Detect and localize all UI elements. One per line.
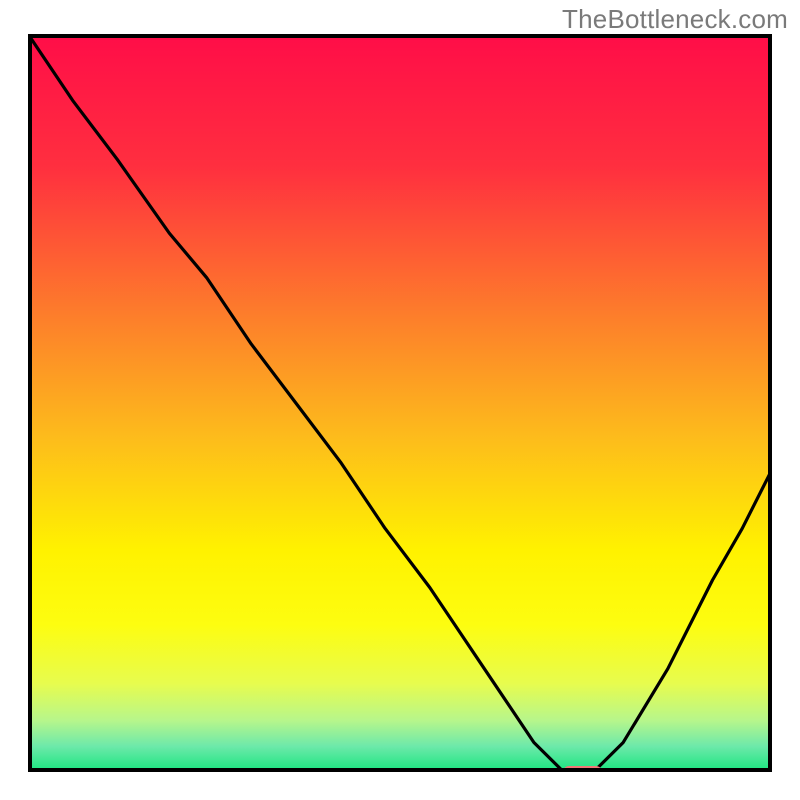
plot-area [28,34,772,772]
chart-container: TheBottleneck.com [0,0,800,800]
optimal-marker [563,766,602,772]
watermark-label: TheBottleneck.com [562,4,788,35]
bottleneck-curve [28,34,772,772]
